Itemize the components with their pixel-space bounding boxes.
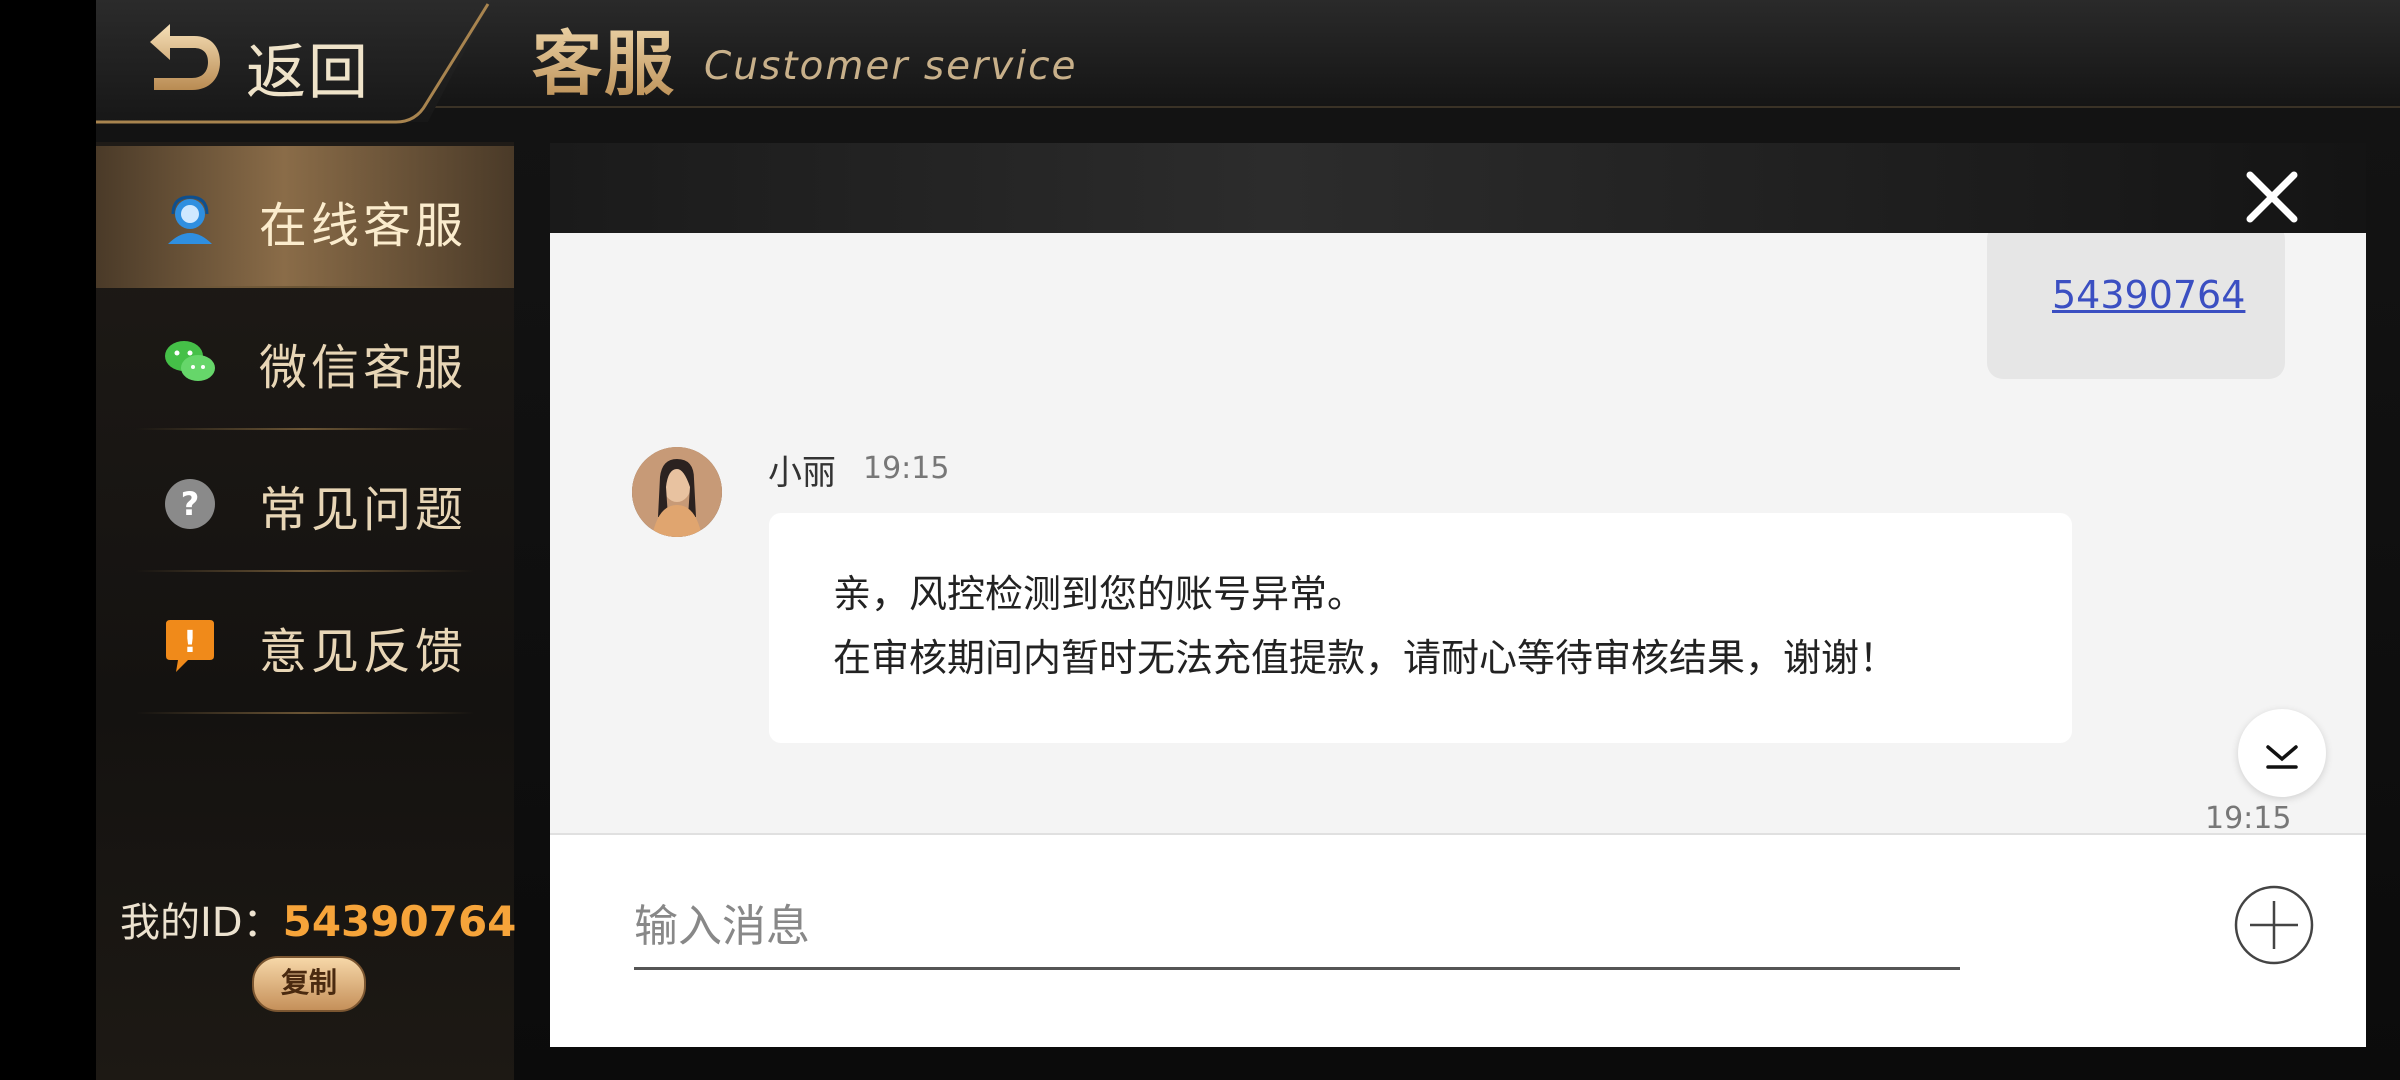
agent-icon <box>168 195 212 244</box>
message-text: 在审核期间内暂时无法充值提款，请耐心等待审核结果，谢谢！ <box>833 636 1898 680</box>
my-id: 我的ID：54390764 <box>120 890 516 948</box>
feedback-icon: ! <box>166 620 214 672</box>
sidebar-item-wechat-service[interactable]: 微信客服 <box>96 288 514 430</box>
message-time: 19:15 <box>863 451 950 486</box>
sidebar-item-label: 微信客服 <box>259 340 468 396</box>
app-root: 返回 客服 Customer service 在线客服 微信客服 ? 常见问题 … <box>96 0 2400 1080</box>
scroll-to-bottom-button[interactable] <box>2238 709 2326 797</box>
my-id-label: 我的ID： <box>120 900 283 946</box>
avatar-image <box>632 447 722 537</box>
composer <box>550 833 2366 1047</box>
add-attachment-icon[interactable] <box>2234 885 2314 965</box>
chat-panel-header <box>550 143 2366 233</box>
copy-button[interactable]: 复制 <box>252 956 366 1012</box>
wechat-icon <box>165 341 215 381</box>
svg-text:!: ! <box>183 625 197 660</box>
outgoing-message-link[interactable]: 54390764 <box>2052 273 2245 317</box>
question-icon: ? <box>165 479 215 529</box>
message-text: 亲，风控检测到您的账号异常。 <box>833 572 1366 616</box>
incoming-message: 亲，风控检测到您的账号异常。 在审核期间内暂时无法充值提款，请耐心等待审核结果，… <box>769 513 2072 743</box>
divider <box>136 712 474 714</box>
chevron-down-icon <box>2266 745 2298 769</box>
sidebar-item-feedback[interactable]: ! 意见反馈 <box>96 572 514 714</box>
top-bar: 返回 客服 Customer service <box>96 0 2400 124</box>
sidebar-item-label: 意见反馈 <box>259 624 468 680</box>
sidebar-item-label: 在线客服 <box>259 198 468 254</box>
sidebar-item-online-service[interactable]: 在线客服 <box>96 146 514 288</box>
sidebar-item-faq[interactable]: ? 常见问题 <box>96 430 514 572</box>
page-subtitle: Customer service <box>704 44 1078 89</box>
my-id-value: 54390764 <box>282 897 517 946</box>
chat-messages[interactable]: 54390764 小丽 19:15 亲，风控检测到您的账号异常。 在审核期间内暂… <box>550 233 2366 833</box>
close-icon[interactable] <box>2244 169 2300 225</box>
sidebar-item-label: 常见问题 <box>259 482 468 538</box>
svg-text:?: ? <box>181 485 200 523</box>
message-input[interactable] <box>634 885 1960 970</box>
sidebar: 在线客服 微信客服 ? 常见问题 ! 意见反馈 我的ID：54390764 复制 <box>96 142 516 1080</box>
page-title: 客服 <box>532 8 676 109</box>
avatar[interactable] <box>632 447 722 537</box>
back-divider <box>96 3 490 124</box>
message-time: 19:15 <box>2205 801 2292 833</box>
sender-name: 小丽 <box>768 453 836 493</box>
outgoing-message: 54390764 <box>1987 233 2285 379</box>
chat-panel: 54390764 小丽 19:15 亲，风控检测到您的账号异常。 在审核期间内暂… <box>550 143 2366 1047</box>
